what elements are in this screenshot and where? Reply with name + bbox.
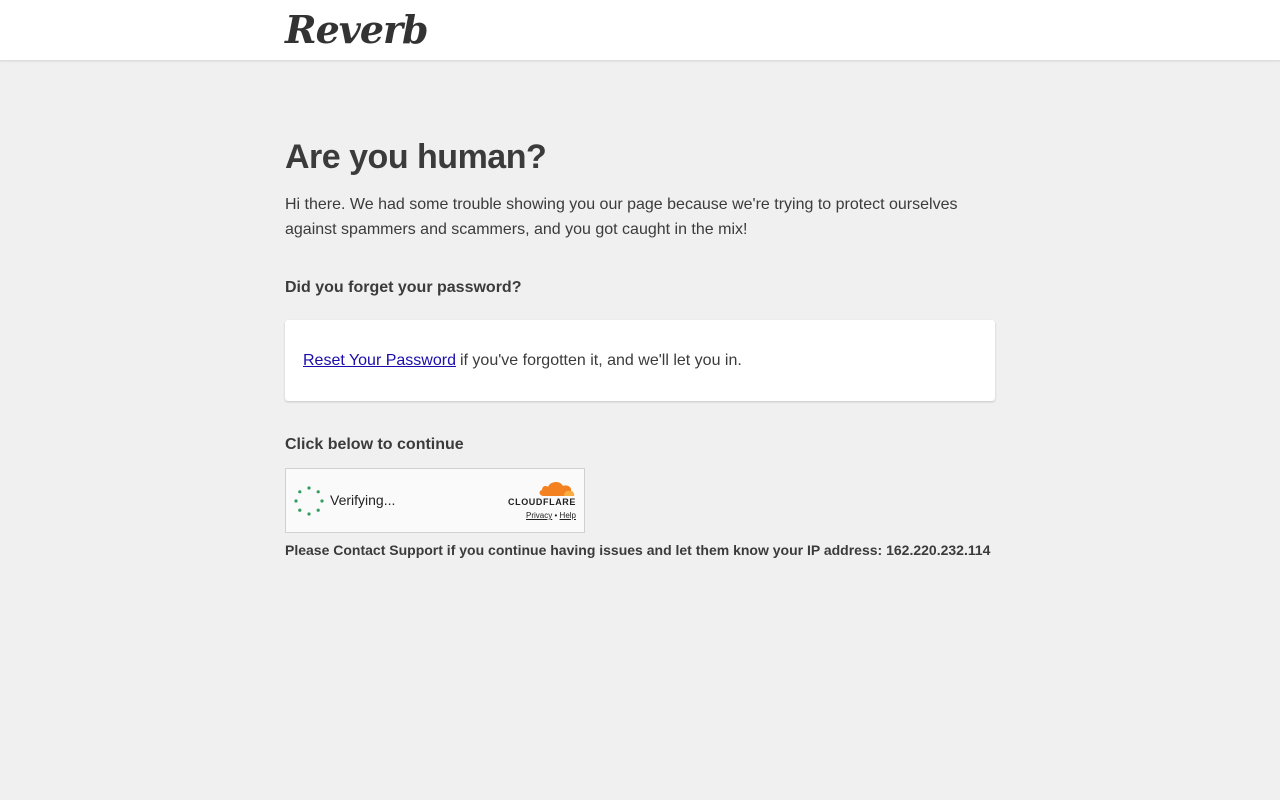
reset-password-link[interactable]: Reset Your Password: [303, 352, 456, 370]
cloudflare-cloud-icon: [539, 481, 575, 496]
main-content: Are you human? Hi there. We had some tro…: [285, 61, 995, 559]
captcha-widget[interactable]: Verifying... CLOUDFLARE Privacy • Help: [285, 468, 585, 533]
privacy-link[interactable]: Privacy: [526, 511, 552, 520]
reset-password-card: Reset Your Password if you've forgotten …: [285, 320, 995, 401]
header-inner: Reverb: [285, 0, 995, 61]
reset-password-text: if you've forgotten it, and we'll let yo…: [459, 351, 742, 369]
cloudflare-wordmark: CLOUDFLARE: [508, 497, 576, 507]
loading-spinner-icon: [294, 486, 324, 516]
link-separator: •: [554, 511, 558, 520]
forgot-password-heading: Did you forget your password?: [285, 279, 522, 296]
captcha-links: Privacy • Help: [526, 511, 576, 520]
captcha-status: Verifying...: [330, 492, 396, 508]
intro-text: Hi there. We had some trouble showing yo…: [285, 196, 958, 238]
continue-heading: Click below to continue: [285, 436, 464, 453]
top-header: Reverb: [0, 0, 1280, 61]
reverb-logo[interactable]: Reverb: [285, 8, 429, 52]
support-message: Please Contact Support if you continue h…: [285, 542, 991, 558]
page-title: Are you human?: [285, 138, 547, 176]
help-link[interactable]: Help: [560, 511, 576, 520]
